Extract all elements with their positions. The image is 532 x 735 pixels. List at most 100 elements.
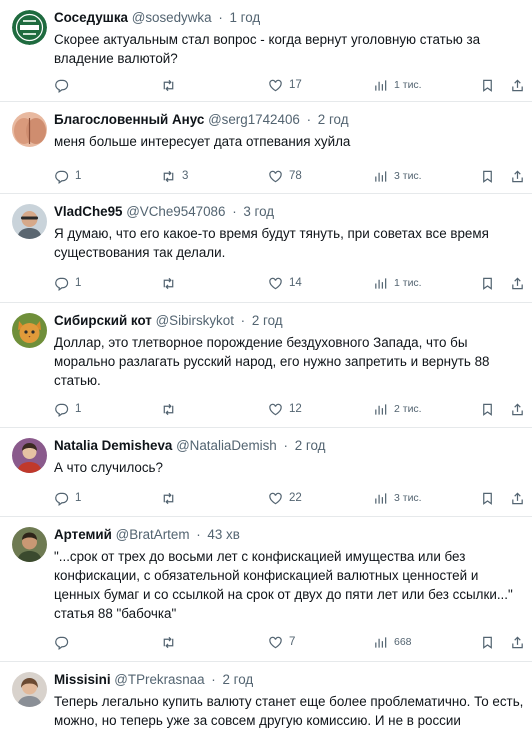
like-button[interactable]: 14 (268, 274, 302, 292)
tweet-content: Missisini @TPrekrasnaa · 2 год Теперь ле… (54, 671, 524, 730)
like-icon (268, 491, 283, 506)
tweet-text: Скорее актуальным стал вопрос - когда ве… (54, 32, 481, 66)
timestamp[interactable]: 3 год (243, 204, 274, 219)
like-icon (268, 276, 283, 291)
author-name[interactable]: Сибирский кот (54, 313, 152, 328)
like-button[interactable]: 12 (268, 400, 302, 418)
tweet-text: "...срок от трех до восьми лет с конфиск… (54, 549, 513, 621)
like-icon (268, 78, 283, 93)
share-button[interactable] (510, 167, 525, 185)
like-button[interactable]: 7 (268, 633, 295, 651)
face-avatar-icon[interactable] (12, 672, 47, 707)
views-button[interactable]: 2 тис. (373, 400, 422, 418)
bookmark-icon (480, 491, 495, 506)
timestamp[interactable]: 2 год (295, 438, 326, 453)
like-count: 12 (289, 403, 302, 415)
author-handle[interactable]: @sosedywka (132, 10, 212, 25)
bookmark-icon (480, 169, 495, 184)
author-name[interactable]: Артемий (54, 527, 112, 542)
author-name[interactable]: Missisini (54, 672, 111, 687)
reply-button[interactable] (54, 76, 75, 94)
tweet[interactable]: Соседушка @sosedywka · 1 год Скорее акту… (0, 0, 532, 102)
timestamp[interactable]: 2 год (252, 313, 283, 328)
man-avatar-icon[interactable] (12, 527, 47, 562)
bookmark-button[interactable] (480, 274, 495, 292)
author-name[interactable]: Natalia Demisheva (54, 438, 172, 453)
views-button[interactable]: 3 тис. (373, 167, 422, 185)
reply-icon (54, 78, 69, 93)
views-count: 668 (394, 636, 412, 648)
reply-button[interactable] (54, 633, 75, 651)
author-name[interactable]: Благословенный Анус (54, 112, 204, 127)
author-handle[interactable]: @BratArtem (116, 527, 190, 542)
retweet-icon (161, 169, 176, 184)
author-handle[interactable]: @Sibirskykot (156, 313, 234, 328)
reply-icon (54, 635, 69, 650)
author-name[interactable]: VladChe95 (54, 204, 122, 219)
views-count: 1 тис. (394, 79, 422, 91)
like-count: 7 (289, 636, 296, 648)
author-name[interactable]: Соседушка (54, 10, 128, 25)
bookmark-button[interactable] (480, 167, 495, 185)
retweet-button[interactable] (161, 400, 182, 418)
views-button[interactable]: 1 тис. (373, 274, 422, 292)
like-button[interactable]: 17 (268, 76, 302, 94)
retweet-icon (161, 402, 176, 417)
author-handle[interactable]: @NataliaDemish (176, 438, 277, 453)
reply-button[interactable]: 1 (54, 274, 81, 292)
timestamp[interactable]: 2 год (222, 672, 253, 687)
retweet-button[interactable]: 3 (161, 167, 188, 185)
tweet[interactable]: Сибирский кот @Sibirskykot · 2 год Долла… (0, 303, 532, 428)
views-count: 3 тис. (394, 492, 422, 504)
tweet[interactable]: Missisini @TPrekrasnaa · 2 год Теперь ле… (0, 662, 532, 735)
like-button[interactable]: 78 (268, 167, 302, 185)
retweet-icon (161, 635, 176, 650)
views-button[interactable]: 1 тис. (373, 76, 422, 94)
tweet[interactable]: Благословенный Анус @serg1742406 · 2 год… (0, 102, 532, 194)
tweet-actions: 1 14 1 тис. (54, 274, 524, 292)
tweet[interactable]: Артемий @BratArtem · 43 хв "...срок от т… (0, 517, 532, 662)
reply-button[interactable]: 1 (54, 400, 81, 418)
retweet-button[interactable] (161, 76, 182, 94)
reply-count: 1 (75, 277, 82, 289)
tweet[interactable]: Natalia Demisheva @NataliaDemish · 2 год… (0, 428, 532, 517)
retweet-button[interactable] (161, 489, 182, 507)
timestamp[interactable]: 1 год (230, 10, 261, 25)
like-icon (268, 169, 283, 184)
bookmark-button[interactable] (480, 400, 495, 418)
tweet-header: Соседушка @sosedywka · 1 год (54, 9, 524, 26)
share-button[interactable] (510, 400, 525, 418)
photo-avatar-icon[interactable] (12, 438, 47, 473)
bookmark-button[interactable] (480, 76, 495, 94)
author-handle[interactable]: @VChe9547086 (126, 204, 225, 219)
tweet[interactable]: VladChe95 @VChe9547086 · 3 год Я думаю, … (0, 194, 532, 303)
share-icon (510, 78, 525, 93)
share-button[interactable] (510, 274, 525, 292)
logo-avatar-icon[interactable] (12, 10, 47, 45)
views-icon (373, 169, 388, 184)
reply-button[interactable]: 1 (54, 489, 81, 507)
retweet-count: 3 (182, 170, 189, 182)
peach-avatar-icon[interactable] (12, 112, 47, 147)
author-handle[interactable]: @serg1742406 (208, 112, 300, 127)
retweet-button[interactable] (161, 633, 182, 651)
timestamp[interactable]: 2 год (318, 112, 349, 127)
reply-button[interactable]: 1 (54, 167, 81, 185)
reply-feed: Соседушка @sosedywka · 1 год Скорее акту… (0, 0, 532, 735)
person-avatar-icon[interactable] (12, 204, 47, 239)
author-handle[interactable]: @TPrekrasnaa (114, 672, 204, 687)
like-button[interactable]: 22 (268, 489, 302, 507)
share-button[interactable] (510, 76, 525, 94)
share-button[interactable] (510, 489, 525, 507)
timestamp[interactable]: 43 хв (207, 527, 239, 542)
views-button[interactable]: 668 (373, 633, 412, 651)
bookmark-button[interactable] (480, 489, 495, 507)
views-button[interactable]: 3 тис. (373, 489, 422, 507)
retweet-button[interactable] (161, 274, 182, 292)
share-icon (510, 635, 525, 650)
cat-avatar-icon[interactable] (12, 313, 47, 348)
bookmark-icon (480, 635, 495, 650)
bookmark-button[interactable] (480, 633, 495, 651)
share-button[interactable] (510, 633, 525, 651)
retweet-icon (161, 78, 176, 93)
